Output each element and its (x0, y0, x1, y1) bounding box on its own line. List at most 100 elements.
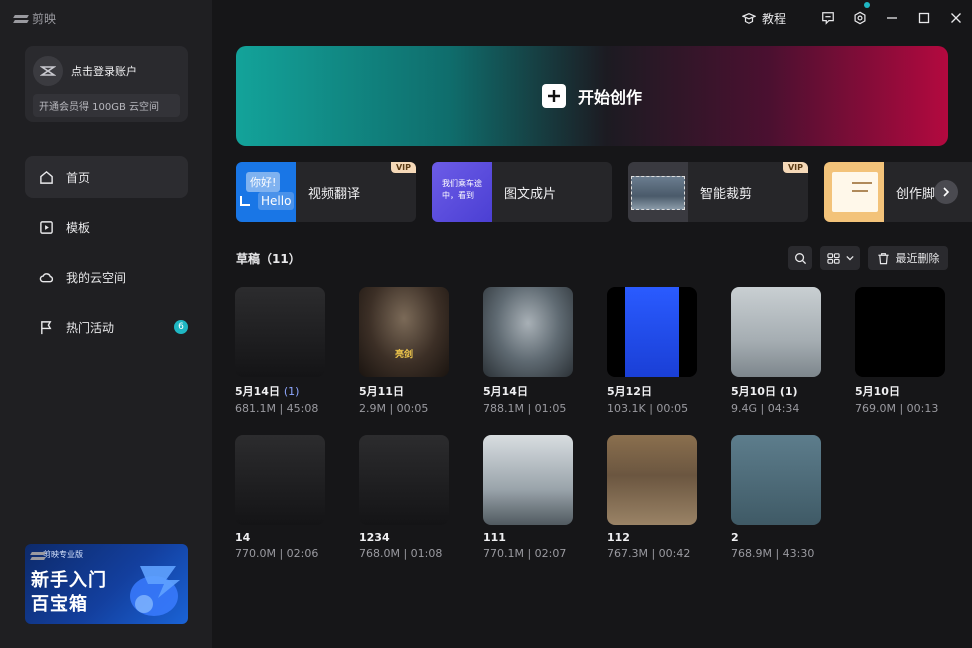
draft-item[interactable]: 111 770.1M | 02:07 (483, 435, 573, 560)
draft-thumbnail[interactable] (483, 287, 573, 377)
promo-banner[interactable]: 剪映专业版 新手入门 百宝箱 (25, 544, 188, 624)
crop-frame (631, 176, 685, 210)
draft-name: 14 (235, 531, 251, 544)
draft-thumbnail[interactable] (607, 287, 697, 377)
script-line (852, 182, 872, 184)
quick-tools: 你好! Hello 视频翻译 VIP 我们乘车途中，看到 图文成片 智能裁剪 V… (236, 162, 972, 222)
settings-button[interactable] (844, 0, 876, 36)
promo-brand: 剪映专业版 (31, 549, 83, 560)
draft-item[interactable]: 5月10日 769.0M | 00:13 (855, 287, 945, 415)
recently-deleted-label: 最近删除 (895, 252, 940, 265)
login-label[interactable]: 点击登录账户 (71, 63, 137, 79)
sidebar-item-cloud[interactable]: 我的云空间 (25, 256, 188, 298)
draft-meta: 767.3M | 00:42 (607, 547, 691, 560)
draft-meta: 770.1M | 02:07 (483, 547, 567, 560)
capcut-logo-icon (31, 551, 40, 558)
sidebar-item-templates[interactable]: 模板 (25, 206, 188, 248)
search-drafts-button[interactable] (788, 246, 812, 270)
promo-title-1: 新手入门 (31, 570, 107, 591)
draft-item[interactable]: 亮剑 5月11日 2.9M | 00:05 (359, 287, 449, 415)
draft-item[interactable]: 5月14日 788.1M | 01:05 (483, 287, 573, 415)
draft-thumbnail[interactable] (731, 435, 821, 525)
draft-thumbnail[interactable] (607, 435, 697, 525)
capcut-avatar-icon (40, 66, 56, 76)
close-button[interactable] (940, 0, 972, 36)
tool-label: 智能裁剪 (700, 186, 753, 202)
draft-thumbnail[interactable] (731, 287, 821, 377)
tutorial-button[interactable]: 教程 (741, 10, 786, 27)
thumb-text-english: Hello (258, 192, 295, 210)
video-translate-thumbnail: 你好! Hello (236, 162, 296, 222)
draft-meta: 768.0M | 01:08 (359, 547, 443, 560)
start-creating-button[interactable]: 开始创作 (236, 46, 948, 146)
tutorial-cap-icon (741, 12, 756, 24)
promo-title-2: 百宝箱 (31, 594, 88, 615)
draft-name: 5月12日 (607, 385, 652, 398)
login-card[interactable]: 点击登录账户 开通会员得 100GB 云空间 (25, 46, 188, 122)
cloud-icon (39, 272, 54, 282)
draft-meta: 770.0M | 02:06 (235, 547, 319, 560)
feedback-button[interactable] (812, 0, 844, 36)
draft-meta: 768.9M | 43:30 (731, 547, 815, 560)
promo-3d-art-icon (130, 566, 180, 616)
tools-scroll-right-button[interactable] (934, 180, 958, 204)
thumb-text: 我们乘车途中，看到 (442, 179, 482, 200)
drafts-title: 草稿（11） (236, 252, 301, 266)
tool-label: 图文成片 (504, 186, 557, 202)
chevron-right-icon (943, 187, 950, 197)
settings-icon (854, 11, 866, 25)
draft-count: (1) (779, 385, 798, 398)
draft-item[interactable]: 2 768.9M | 43:30 (731, 435, 821, 560)
maximize-button[interactable] (908, 0, 940, 36)
flag-icon (41, 320, 52, 334)
draft-item[interactable]: 5月10日 (1) 9.4G | 04:34 (731, 287, 821, 415)
title-bar: 教程 (741, 0, 972, 36)
sidebar-item-home[interactable]: 首页 (25, 156, 188, 198)
draft-date: 5月10日 (731, 385, 776, 398)
draft-item[interactable]: 1234 768.0M | 01:08 (359, 435, 449, 560)
update-dot (864, 2, 870, 8)
draft-name: 5月11日 (359, 385, 404, 398)
sidebar-nav: 首页 模板 我的云空间 热门活动 6 (25, 156, 188, 356)
draft-thumbnail[interactable] (235, 287, 325, 377)
vip-badge: VIP (782, 162, 808, 173)
draft-date: 5月14日 (235, 385, 280, 398)
draft-thumbnail[interactable] (855, 287, 945, 377)
sidebar-item-events[interactable]: 热门活动 6 (25, 306, 188, 348)
draft-thumbnail[interactable] (235, 435, 325, 525)
template-icon (40, 220, 53, 234)
draft-meta: 103.1K | 00:05 (607, 402, 689, 415)
search-icon (794, 252, 806, 264)
draft-thumbnail[interactable]: 亮剑 (359, 287, 449, 377)
view-mode-dropdown[interactable] (820, 246, 860, 270)
vip-badge: VIP (390, 162, 416, 173)
draft-item[interactable]: 14 770.0M | 02:06 (235, 435, 325, 560)
tool-smart-crop[interactable]: 智能裁剪 VIP (628, 162, 808, 222)
tool-video-translate[interactable]: 你好! Hello 视频翻译 VIP (236, 162, 416, 222)
vip-promo-link[interactable]: 开通会员得 100GB 云空间 (33, 94, 180, 117)
draft-thumbnail[interactable] (483, 435, 573, 525)
recently-deleted-button[interactable]: 最近删除 (868, 246, 948, 270)
sidebar-item-label: 模板 (66, 220, 91, 235)
thumb-caption: 亮剑 (394, 350, 413, 360)
draft-name: 111 (483, 531, 506, 544)
tutorial-label: 教程 (761, 11, 786, 26)
draft-item[interactable]: 5月12日 103.1K | 00:05 (607, 287, 697, 415)
app-name: 剪映 (32, 12, 57, 26)
draft-meta: 681.1M | 45:08 (235, 402, 319, 415)
thumb-text-chinese: 你好! (246, 172, 281, 192)
draft-meta: 769.0M | 00:13 (855, 402, 939, 415)
promo-brand-label: 剪映专业版 (43, 550, 83, 559)
tool-text-to-video[interactable]: 我们乘车途中，看到 图文成片 (432, 162, 612, 222)
text-to-video-thumbnail: 我们乘车途中，看到 (432, 162, 492, 222)
draft-thumbnail[interactable] (359, 435, 449, 525)
draft-item[interactable]: 112 767.3M | 00:42 (607, 435, 697, 560)
draft-name: 1234 (359, 531, 390, 544)
capcut-logo-icon (14, 14, 28, 24)
avatar[interactable] (33, 56, 63, 86)
draft-name: 5月10日 (855, 385, 900, 398)
minimize-icon (887, 17, 897, 19)
minimize-button[interactable] (876, 0, 908, 36)
sidebar-item-label: 热门活动 (66, 320, 115, 335)
draft-item[interactable]: 5月14日 (1) 681.1M | 45:08 (235, 287, 325, 415)
